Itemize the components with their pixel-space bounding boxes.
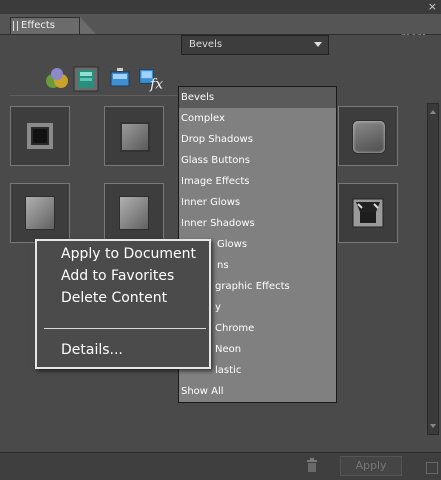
menu-item-add-to-favorites[interactable]: Add to Favorites <box>61 268 174 284</box>
tab-effects[interactable]: Effects <box>10 17 80 34</box>
scroll-up-icon[interactable] <box>430 110 436 114</box>
apply-button[interactable]: Apply <box>340 456 402 476</box>
dropdown-option[interactable]: Image Effects <box>179 171 336 192</box>
glass-preview-icon <box>352 198 384 228</box>
dropdown-option[interactable]: Bevels <box>179 87 336 108</box>
toolbar-divider <box>10 95 180 96</box>
chevron-down-icon <box>314 42 322 47</box>
photo-effects-icon[interactable]: fx <box>138 66 164 92</box>
dropdown-option[interactable]: Glass Buttons <box>179 150 336 171</box>
menu-divider <box>44 328 206 329</box>
bevel-preview <box>353 121 385 153</box>
resize-grip-icon[interactable] <box>426 462 438 474</box>
thumbnail-scrollbar[interactable] <box>427 103 439 435</box>
dropdown-option[interactable]: Complex <box>179 108 336 129</box>
menu-item-details[interactable]: Details... <box>61 342 123 358</box>
dropdown-option-label: Glows <box>217 239 248 250</box>
layer-styles-icon[interactable] <box>73 66 99 92</box>
bevel-preview <box>27 123 53 149</box>
bevel-preview <box>119 196 149 230</box>
dropdown-option[interactable]: Inner Shadows <box>179 213 336 234</box>
dropdown-option[interactable]: Show All <box>179 381 336 402</box>
dropdown-option-label: Chrome <box>215 323 255 334</box>
context-menu: Apply to Document Add to Favorites Delet… <box>35 239 211 369</box>
dropdown-option[interactable]: Inner Glows <box>179 192 336 213</box>
close-icon[interactable]: × <box>428 0 437 14</box>
category-select[interactable]: Bevels <box>181 35 329 55</box>
effect-thumbnail[interactable] <box>10 183 70 243</box>
dropdown-option-label: Neon <box>215 344 242 355</box>
tab-edge <box>80 17 96 34</box>
dropdown-option-label: y <box>215 302 221 313</box>
category-select-value: Bevels <box>189 39 223 50</box>
effect-thumbnail[interactable] <box>104 106 164 166</box>
dropdown-option-label: ns <box>217 260 229 271</box>
dropdown-option-label: lastic <box>215 365 242 376</box>
effect-thumbnail[interactable] <box>10 106 70 166</box>
menu-item-apply-to-document[interactable]: Apply to Document <box>61 246 196 262</box>
scroll-down-icon[interactable] <box>430 424 436 428</box>
dropdown-option-label: graphic Effects <box>215 281 290 292</box>
filters-icon[interactable] <box>107 66 133 92</box>
styles-icon[interactable] <box>44 66 70 92</box>
effect-thumbnail[interactable] <box>104 183 164 243</box>
effect-thumbnail[interactable] <box>338 106 398 166</box>
panel-titlebar: × <box>0 0 441 14</box>
menu-item-delete-content[interactable]: Delete Content <box>61 290 167 306</box>
svg-text:fx: fx <box>149 77 163 92</box>
dropdown-option[interactable]: Drop Shadows <box>179 129 336 150</box>
trash-icon[interactable] <box>305 458 319 472</box>
bevel-preview <box>25 196 55 230</box>
effect-thumbnail[interactable] <box>338 183 398 243</box>
bevel-preview <box>120 122 150 152</box>
tab-strip: Effects more ▸ <box>0 14 441 43</box>
effects-panel: × Effects more ▸ fx <box>0 0 441 480</box>
